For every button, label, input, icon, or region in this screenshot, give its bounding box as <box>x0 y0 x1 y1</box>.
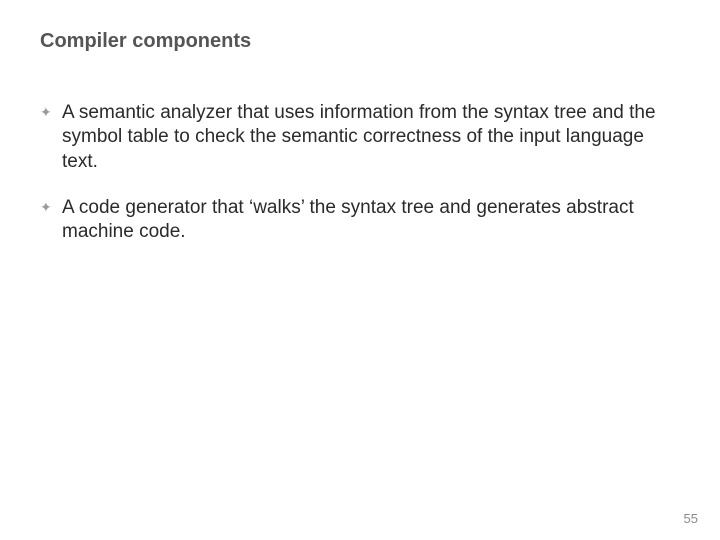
list-item: ✦ A code generator that ‘walks’ the synt… <box>40 196 680 245</box>
bullet-text: A semantic analyzer that uses informatio… <box>62 101 680 174</box>
slide: Compiler components ✦ A semantic analyze… <box>0 0 720 540</box>
bullet-marker-icon: ✦ <box>40 101 62 123</box>
bullet-marker-icon: ✦ <box>40 196 62 218</box>
page-number: 55 <box>684 511 698 526</box>
bullet-list: ✦ A semantic analyzer that uses informat… <box>40 101 680 245</box>
list-item: ✦ A semantic analyzer that uses informat… <box>40 101 680 174</box>
bullet-text: A code generator that ‘walks’ the syntax… <box>62 196 680 245</box>
slide-title: Compiler components <box>40 30 680 53</box>
